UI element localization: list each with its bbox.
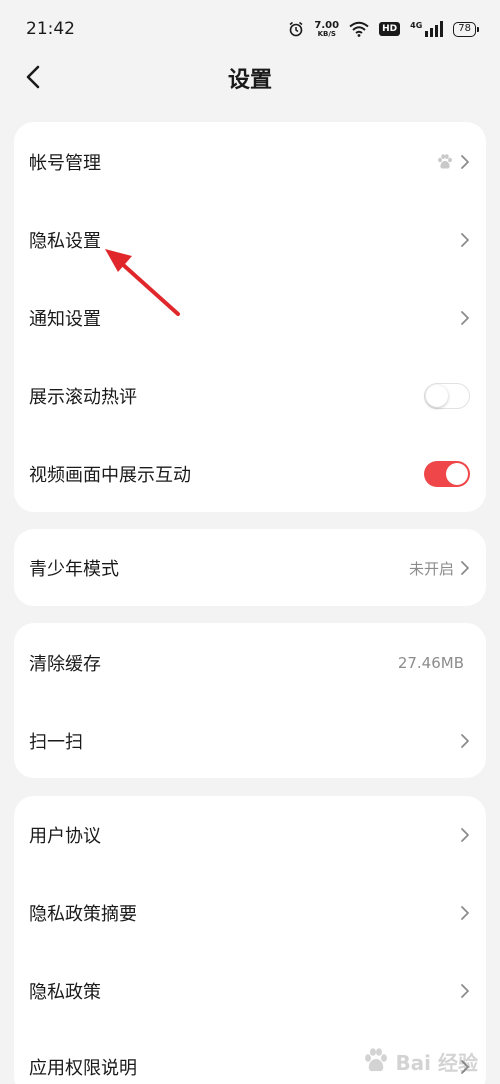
row-label: 隐私政策 <box>29 982 101 1003</box>
video-interaction-toggle[interactable] <box>424 461 470 487</box>
row-label: 隐私设置 <box>29 231 101 252</box>
row-label: 用户协议 <box>29 826 101 847</box>
chevron-right-icon <box>461 155 469 169</box>
row-label: 展示滚动热评 <box>29 387 137 408</box>
row-notification-settings[interactable]: 通知设置 <box>14 279 486 357</box>
row-label: 青少年模式 <box>29 559 119 580</box>
row-account-management[interactable]: 帐号管理 <box>14 123 486 201</box>
row-clear-cache[interactable]: 清除缓存 27.46MB <box>14 624 486 702</box>
chevron-right-icon <box>461 233 469 247</box>
watermark-text: Bai 经验 <box>395 1050 478 1075</box>
toggle-knob <box>426 385 448 407</box>
page-title: 设置 <box>227 68 272 93</box>
toggle-knob <box>446 463 468 485</box>
nav-bar: 设置 <box>0 58 500 98</box>
baidu-paw-logo <box>365 1048 388 1072</box>
chevron-right-icon <box>461 828 469 842</box>
row-privacy-policy[interactable]: 隐私政策 <box>14 952 486 1030</box>
row-privacy-summary[interactable]: 隐私政策摘要 <box>14 874 486 952</box>
network-type: 4G <box>410 21 423 30</box>
hd-badge: HD <box>379 22 401 36</box>
chevron-right-icon <box>461 734 469 748</box>
row-scrolling-comments: 展示滚动热评 <box>14 357 486 435</box>
paw-icon <box>438 154 452 169</box>
row-privacy-settings[interactable]: 隐私设置 <box>14 201 486 279</box>
watermark: Bai 经验 <box>361 1046 478 1076</box>
chevron-right-icon <box>461 311 469 325</box>
alarm-icon <box>289 21 303 37</box>
row-label: 隐私政策摘要 <box>29 904 137 925</box>
row-label: 帐号管理 <box>29 153 101 174</box>
chevron-right-icon <box>461 984 469 998</box>
scrolling-comments-toggle[interactable] <box>424 383 470 409</box>
row-youth-mode[interactable]: 青少年模式 未开启 <box>14 529 486 607</box>
chevron-right-icon <box>461 561 469 575</box>
network-speed: 7.00 KB/S <box>314 19 340 38</box>
status-bar: 21:42 7.00 KB/S HD 4G 78 <box>0 0 500 58</box>
chevron-right-icon <box>461 906 469 920</box>
settings-group-legal: 用户协议 隐私政策摘要 隐私政策 应用权限说明 <box>14 796 486 1084</box>
row-label: 视频画面中展示互动 <box>29 465 191 486</box>
battery-icon: 78 <box>453 21 479 37</box>
row-video-interaction: 视频画面中展示互动 <box>14 435 486 513</box>
wifi-icon <box>349 21 369 37</box>
youth-mode-status: 未开启 <box>408 559 454 578</box>
status-time: 21:42 <box>26 19 75 39</box>
status-icons: 7.00 KB/S HD 4G 78 <box>288 19 479 38</box>
settings-group-youth: 青少年模式 未开启 <box>14 529 486 606</box>
row-scan[interactable]: 扫一扫 <box>14 702 486 780</box>
row-label: 清除缓存 <box>29 654 101 675</box>
signal-icon: 4G <box>410 21 444 37</box>
speed-value: 7.00 <box>314 19 340 31</box>
row-user-agreement[interactable]: 用户协议 <box>14 796 486 874</box>
settings-group-tools: 清除缓存 27.46MB 扫一扫 <box>14 623 486 778</box>
row-label: 扫一扫 <box>29 732 83 753</box>
speed-unit: KB/S <box>317 29 336 38</box>
settings-group-account: 帐号管理 隐私设置 通知设置 展示滚动热评 视频画面中展示互动 <box>14 122 486 512</box>
cache-size: 27.46MB <box>397 654 464 672</box>
row-label: 通知设置 <box>29 309 101 330</box>
